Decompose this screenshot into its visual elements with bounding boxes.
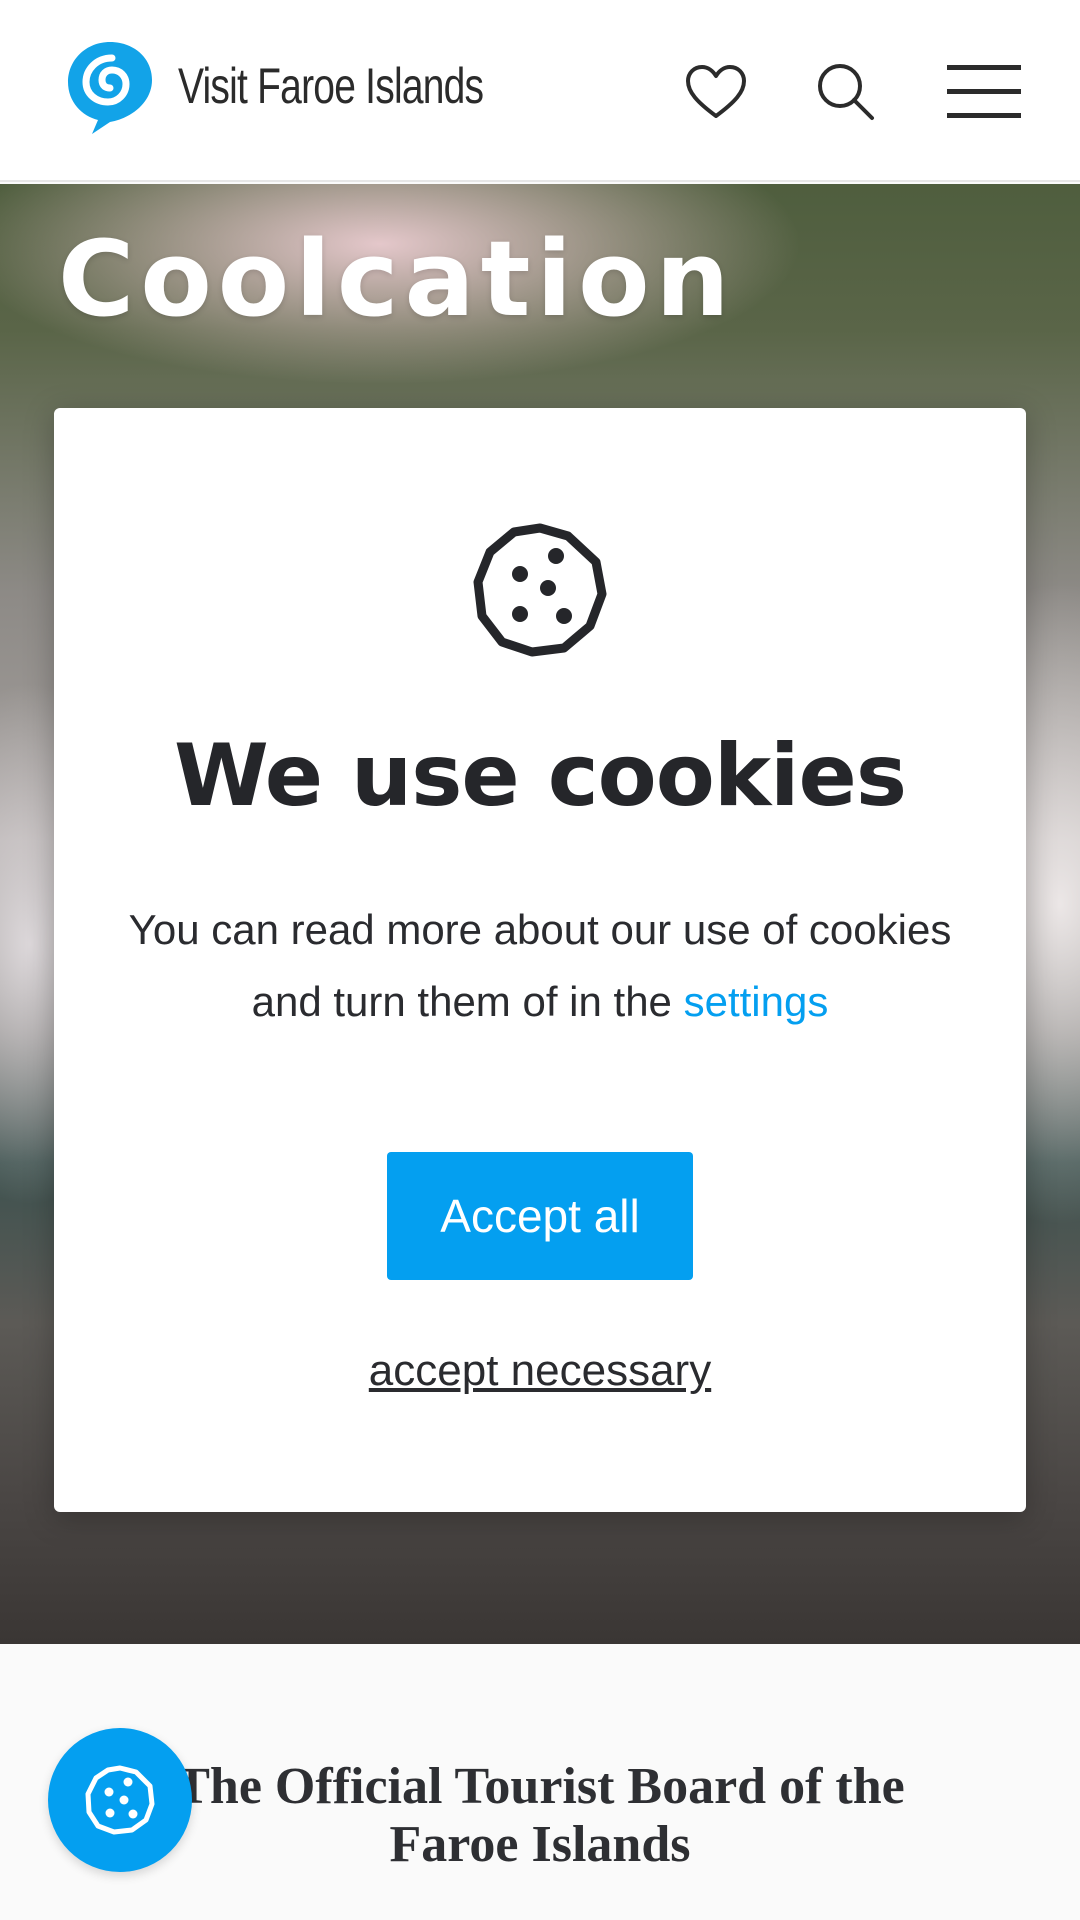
hamburger-menu-icon	[947, 65, 1021, 118]
tourist-board-title: The Official Tourist Board of the Faroe …	[175, 1758, 905, 1873]
accept-necessary-link[interactable]: accept necessary	[54, 1346, 1026, 1396]
cookie-icon	[85, 1765, 155, 1835]
cookie-modal-title: We use cookies	[173, 726, 907, 826]
accept-all-button[interactable]: Accept all	[387, 1152, 693, 1280]
cookie-modal-description: You can read more about our use of cooki…	[114, 894, 966, 1038]
logo-text: Visit Faroe Islands	[178, 58, 484, 114]
site-logo[interactable]: Visit Faroe Islands	[62, 36, 569, 136]
cookie-settings-button[interactable]	[48, 1728, 192, 1872]
menu-button[interactable]	[944, 52, 1024, 132]
heart-icon	[686, 65, 746, 118]
search-icon	[818, 64, 874, 120]
spiral-logo-icon	[68, 42, 152, 134]
cookie-consent-modal: We use cookies You can read more about o…	[54, 408, 1026, 1512]
cookie-icon	[473, 523, 607, 657]
hero-title: Coolcation	[58, 218, 736, 340]
search-button[interactable]	[806, 52, 886, 132]
site-header: Visit Faroe Islands	[0, 0, 1080, 182]
favorites-button[interactable]	[676, 52, 756, 132]
cookie-settings-link[interactable]: settings	[684, 978, 829, 1025]
